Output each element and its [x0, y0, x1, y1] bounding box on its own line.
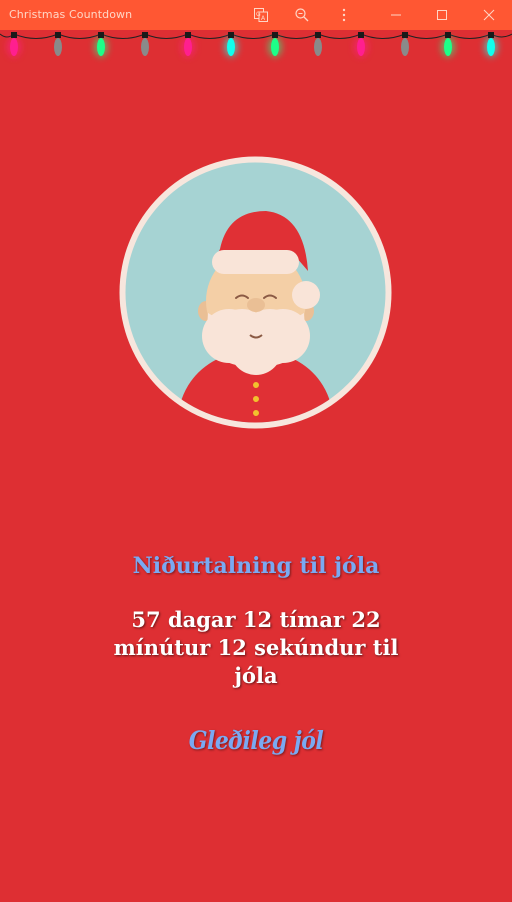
bulb-cap: [445, 32, 451, 38]
bulb-cap: [488, 32, 494, 38]
more-options-icon[interactable]: [321, 0, 367, 30]
bulb-cap: [402, 32, 408, 38]
bulb-cap: [11, 32, 17, 38]
translate-icon[interactable]: G A: [238, 0, 284, 30]
countdown-line: jóla: [234, 663, 278, 688]
lights-wire: [0, 33, 512, 39]
light-bulb: [444, 38, 452, 56]
light-bulb: [184, 38, 192, 56]
maximize-icon[interactable]: [419, 0, 465, 30]
light-bulb: [357, 38, 365, 56]
countdown-line: mínútur 12 sekúndur til: [113, 635, 399, 660]
light-bulb: [54, 38, 62, 56]
bulb-cap: [228, 32, 234, 38]
bulb-cap: [358, 32, 364, 38]
countdown-text: 57 dagar 12 tímar 22 mínútur 12 sekúndur…: [0, 606, 512, 690]
countdown-heading: Niðurtalning til jóla: [132, 553, 380, 579]
light-bulb: [10, 38, 18, 56]
window-title: Christmas Countdown: [9, 8, 133, 21]
title-bar: Christmas Countdown G A: [0, 0, 512, 30]
christmas-lights: [0, 32, 512, 57]
light-bulb: [271, 38, 279, 56]
bulb-cap: [272, 32, 278, 38]
minimize-icon[interactable]: [373, 0, 419, 30]
bulb-cap: [185, 32, 191, 38]
light-bulb: [227, 38, 235, 56]
santa-avatar: [119, 156, 392, 429]
light-bulb: [314, 38, 322, 56]
bulb-cap: [98, 32, 104, 38]
light-bulb: [487, 38, 495, 56]
countdown-line: 57 dagar 12 tímar 22: [131, 607, 381, 632]
zoom-icon[interactable]: [279, 0, 325, 30]
bulb-cap: [315, 32, 321, 38]
light-bulb: [401, 38, 409, 56]
bulb-cap: [142, 32, 148, 38]
light-bulb: [97, 38, 105, 56]
light-bulb: [141, 38, 149, 56]
bulb-cap: [55, 32, 61, 38]
close-icon[interactable]: [466, 0, 512, 30]
greeting-text: Gleðileg jól: [188, 726, 324, 756]
